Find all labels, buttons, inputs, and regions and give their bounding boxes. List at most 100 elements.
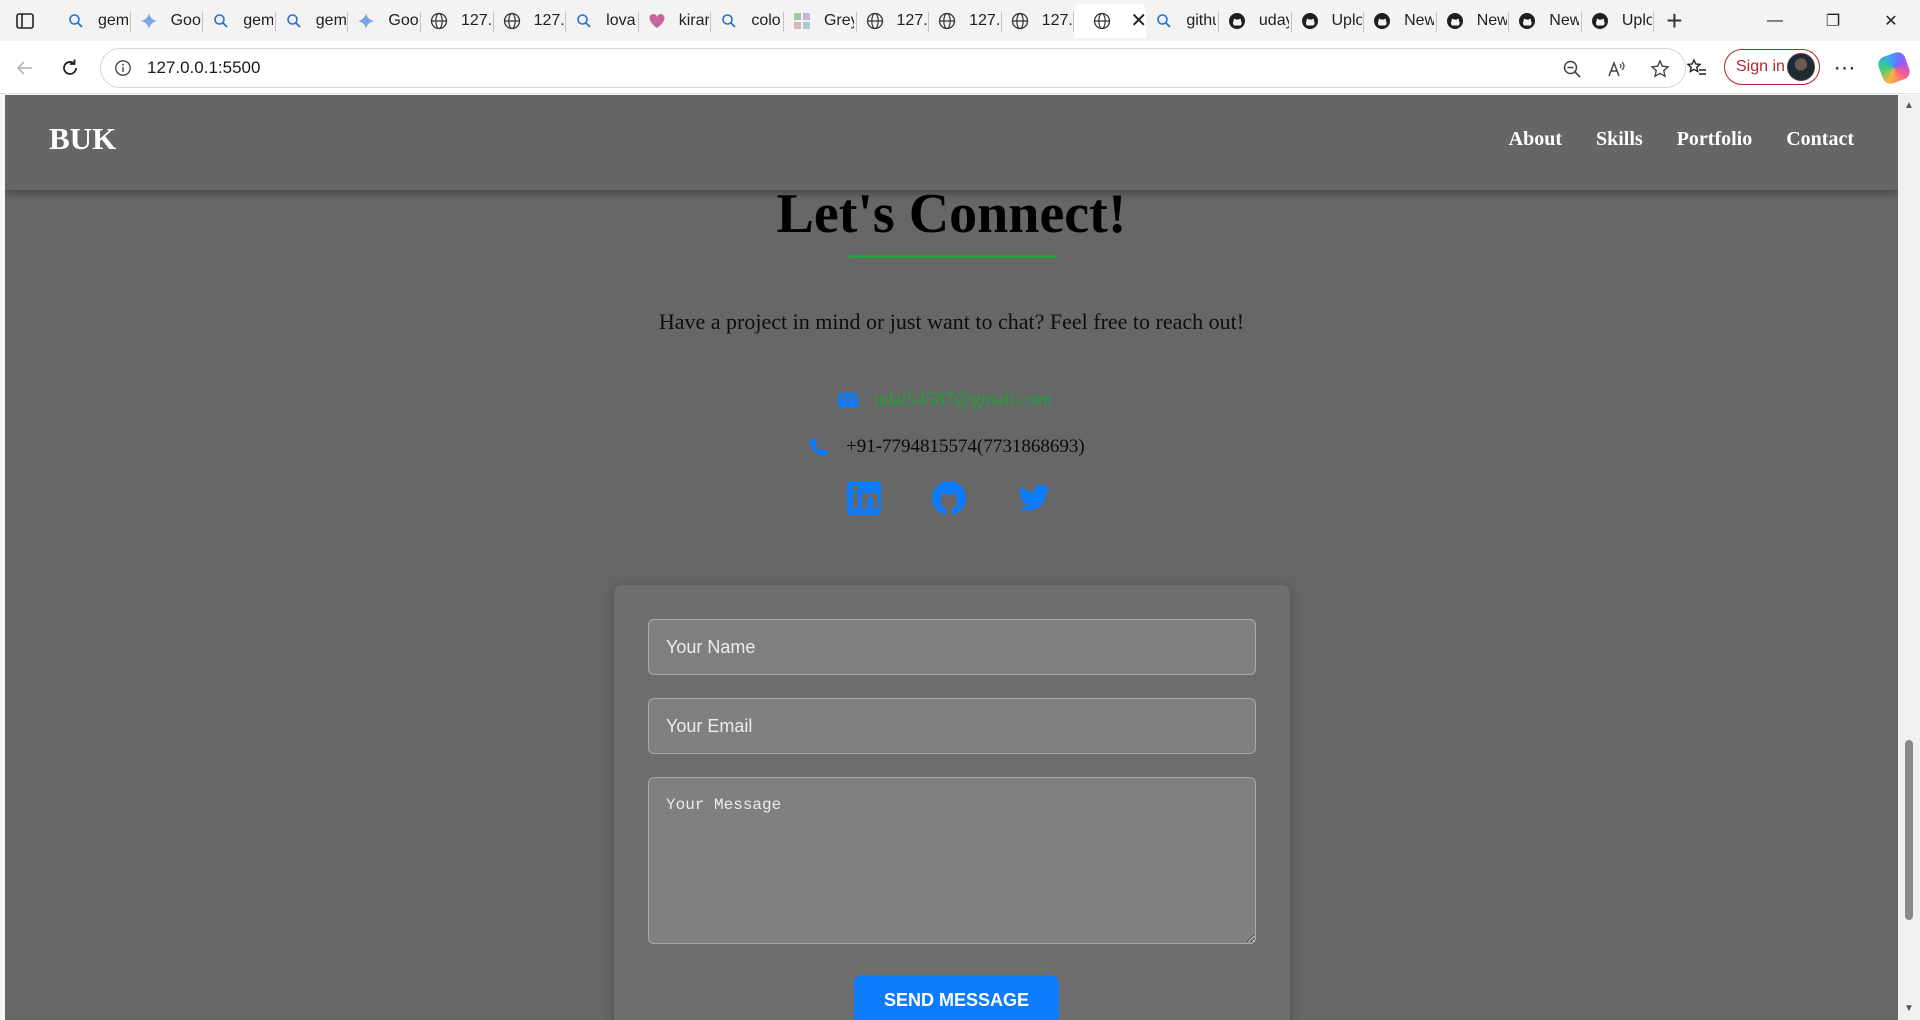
github-icon — [1372, 11, 1392, 31]
browser-tab[interactable]: New — [1437, 4, 1510, 38]
arrow-left-icon — [16, 61, 32, 75]
nav-portfolio-link[interactable]: Portfolio — [1677, 128, 1753, 151]
nav-contact-link[interactable]: Contact — [1786, 128, 1854, 151]
tab-title: New — [1404, 12, 1435, 29]
browser-tab[interactable]: uday — [1219, 4, 1292, 38]
browser-tab[interactable]: 127. — [857, 4, 930, 38]
reload-button[interactable] — [53, 51, 87, 85]
twitter-icon[interactable] — [1015, 479, 1053, 517]
browser-tab[interactable]: Uplo — [1582, 4, 1655, 38]
palette-icon — [792, 11, 812, 31]
email-row: udai54587@gmail.com — [837, 389, 1052, 411]
tab-title: gem — [315, 12, 346, 29]
browser-tab[interactable]: 127. — [929, 4, 1002, 38]
tab-title: lova — [606, 12, 636, 29]
search-icon — [719, 11, 739, 31]
browser-tab[interactable]: Grey — [784, 4, 857, 38]
email-field[interactable] — [648, 698, 1256, 754]
address-bar[interactable]: 127.0.0.1:5500 — [100, 48, 1686, 88]
send-message-button[interactable]: SEND MESSAGE — [854, 975, 1059, 1020]
search-icon — [574, 11, 594, 31]
nav-about-link[interactable]: About — [1509, 128, 1562, 151]
title-underline — [849, 255, 1057, 258]
restore-button[interactable]: ❐ — [1804, 0, 1862, 41]
close-tab-icon[interactable]: ✕ — [1130, 11, 1146, 31]
browser-tab[interactable]: Goo — [348, 4, 421, 38]
tab-title: 127. — [1041, 12, 1072, 29]
reload-icon — [63, 59, 77, 75]
sidebar-toggle-icon — [16, 13, 34, 29]
search-icon — [1154, 11, 1174, 31]
browser-toolbar: 127.0.0.1:5500 Sign in ⋯ — [0, 41, 1920, 94]
page-title: Let's Connect! — [776, 183, 1127, 245]
browser-tab[interactable]: kirar — [639, 4, 712, 38]
sign-in-button[interactable]: Sign in — [1724, 49, 1820, 85]
more-menu-button[interactable]: ⋯ — [1828, 51, 1862, 85]
browser-tab[interactable]: New — [1509, 4, 1582, 38]
search-icon — [211, 11, 231, 31]
github-icon[interactable] — [930, 479, 968, 517]
browser-tab[interactable]: New — [1364, 4, 1437, 38]
read-aloud-icon[interactable] — [1605, 58, 1627, 80]
avatar — [1787, 53, 1815, 81]
tab-title: Goo — [170, 12, 201, 29]
tab-title: New — [1476, 12, 1507, 29]
scroll-thumb[interactable] — [1905, 740, 1913, 920]
contact-form: SEND MESSAGE — [614, 585, 1290, 1020]
nav-skills-link[interactable]: Skills — [1596, 128, 1643, 151]
github-icon — [1590, 11, 1610, 31]
page-scrollbar[interactable]: ▲ ▼ — [1898, 95, 1920, 1020]
browser-tab[interactable]: gem — [276, 4, 349, 38]
email-link[interactable]: udai54587@gmail.com — [874, 389, 1052, 411]
browser-tab[interactable]: 127. — [421, 4, 494, 38]
tab-actions-button[interactable] — [8, 7, 42, 35]
sign-in-label: Sign in — [1736, 58, 1785, 75]
phone-icon — [809, 438, 828, 457]
name-field[interactable] — [648, 619, 1256, 675]
browser-tab[interactable]: Goo — [131, 4, 204, 38]
tab-title: New — [1549, 12, 1580, 29]
browser-tab[interactable]: 127. — [494, 4, 567, 38]
tab-title: 127. — [969, 12, 1000, 29]
browser-tab[interactable]: 127. — [1002, 4, 1075, 38]
tab-title: Uplo — [1331, 12, 1362, 29]
tab-title: Grey — [823, 12, 854, 29]
globe-icon — [1010, 11, 1030, 31]
new-tab-plus-icon[interactable]: + — [1654, 4, 1694, 38]
browser-tab[interactable]: Uplo — [1292, 4, 1365, 38]
favorites-button[interactable] — [1680, 51, 1714, 85]
search-icon — [284, 11, 304, 31]
tab-title: colo — [751, 12, 781, 29]
message-field[interactable] — [648, 777, 1256, 944]
close-window-button[interactable]: ✕ — [1862, 0, 1920, 41]
more-dots-icon: ⋯ — [1833, 55, 1857, 80]
heart-icon — [647, 11, 667, 31]
tab-title: githu — [1186, 12, 1216, 29]
globe-icon — [502, 11, 522, 31]
envelope-icon — [837, 392, 859, 408]
tab-title: Goo — [388, 12, 419, 29]
site-logo[interactable]: BUK — [49, 121, 116, 157]
browser-tab-strip: gem Goo gem gem Goo 127. 127. lova kirar colo Grey… — [0, 0, 1920, 41]
browser-tab[interactable]: githu — [1146, 4, 1219, 38]
site-info-icon[interactable] — [113, 58, 133, 78]
scroll-up-arrow-icon[interactable]: ▲ — [1903, 101, 1915, 111]
browser-tab[interactable]: colo — [711, 4, 784, 38]
browser-tab[interactable]: gem — [58, 4, 131, 38]
scroll-down-arrow-icon[interactable]: ▼ — [1903, 1004, 1915, 1014]
github-icon — [1445, 11, 1465, 31]
browser-tab[interactable]: lova — [566, 4, 639, 38]
globe-icon — [865, 11, 885, 31]
browser-tab[interactable]: gem — [203, 4, 276, 38]
zoom-out-icon[interactable] — [1561, 58, 1583, 80]
minimize-button[interactable]: — — [1746, 0, 1804, 41]
phone-number: +91-7794815574(7731868693) — [846, 436, 1085, 457]
tab-title: Uplo — [1621, 12, 1652, 29]
back-button[interactable] — [8, 51, 42, 85]
linkedin-icon[interactable] — [845, 479, 883, 517]
tab-active[interactable]: ✕ — [1074, 4, 1147, 38]
favorite-star-icon[interactable] — [1649, 58, 1671, 80]
copilot-icon[interactable] — [1876, 50, 1912, 86]
github-icon — [1227, 11, 1247, 31]
phone-row: +91-7794815574(7731868693) — [808, 436, 1085, 458]
